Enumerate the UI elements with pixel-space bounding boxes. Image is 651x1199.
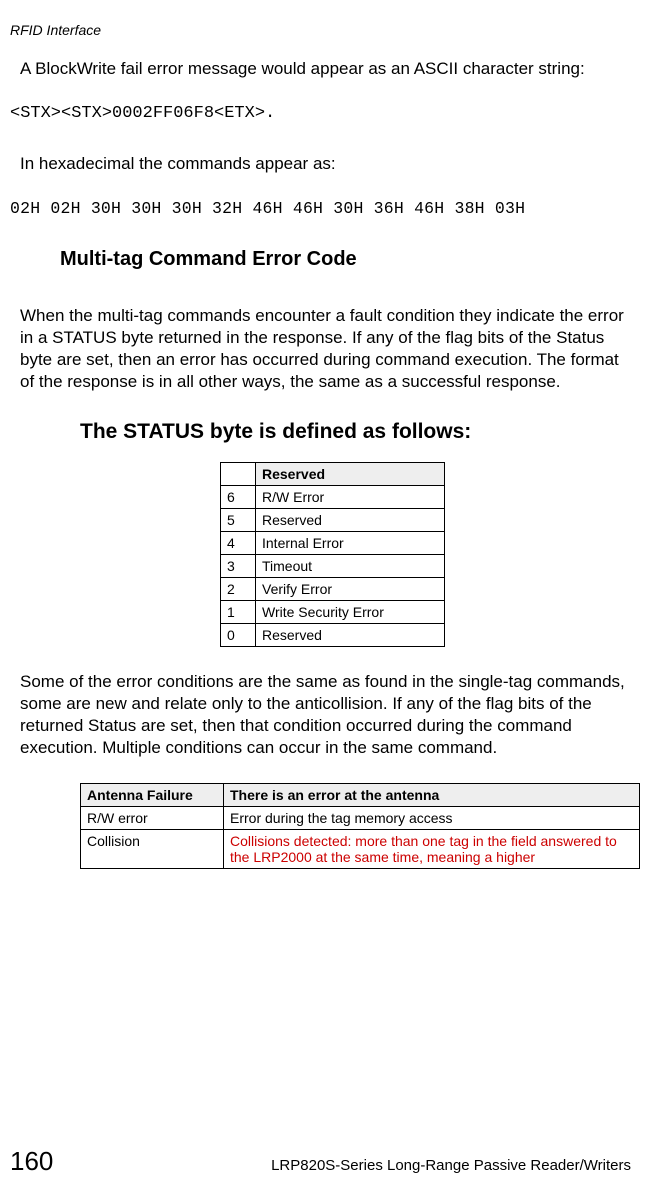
table-row: 3 Timeout (221, 554, 445, 577)
document-title: LRP820S-Series Long-Range Passive Reader… (93, 1157, 631, 1174)
bit-number: 2 (221, 577, 256, 600)
bit-number: 4 (221, 531, 256, 554)
table-row: 1 Write Security Error (221, 600, 445, 623)
code-ascii-string: <STX><STX>0002FF06F8<ETX>. (10, 104, 631, 123)
running-header: RFID Interface (10, 22, 631, 38)
bit-label: Reserved (256, 508, 445, 531)
code-hex-string: 02H 02H 30H 30H 30H 32H 46H 46H 30H 36H … (10, 199, 631, 218)
table-row: 2 Verify Error (221, 577, 445, 600)
error-name: Collision (81, 829, 224, 868)
bit-number: 3 (221, 554, 256, 577)
table-row: 5 Reserved (221, 508, 445, 531)
paragraph-blockwrite-intro: A BlockWrite fail error message would ap… (20, 58, 631, 80)
table-row: 0 Reserved (221, 623, 445, 646)
table-row: 4 Internal Error (221, 531, 445, 554)
subsection-heading: The STATUS byte is defined as follows: (80, 420, 631, 444)
table-row: 6 R/W Error (221, 485, 445, 508)
page-number: 160 (10, 1146, 53, 1177)
section-heading: Multi-tag Command Error Code (60, 248, 631, 271)
bit-label: Verify Error (256, 577, 445, 600)
bit-label: R/W Error (256, 485, 445, 508)
error-name: R/W error (81, 806, 224, 829)
bit-number: 5 (221, 508, 256, 531)
errors-head-left: Antenna Failure (81, 783, 224, 806)
bit-number: 0 (221, 623, 256, 646)
paragraph-multitag-desc: When the multi-tag commands encounter a … (20, 305, 631, 393)
table-header-blank (221, 462, 256, 485)
table-header-row: Antenna Failure There is an error at the… (81, 783, 640, 806)
error-desc: Error during the tag memory access (224, 806, 640, 829)
page-footer: 160 LRP820S-Series Long-Range Passive Re… (0, 1146, 631, 1177)
paragraph-hex-intro: In hexadecimal the commands appear as: (20, 153, 631, 175)
errors-table: Antenna Failure There is an error at the… (80, 783, 640, 869)
table-header-row: Reserved (221, 462, 445, 485)
error-desc: Collisions detected: more than one tag i… (224, 829, 640, 868)
bit-label: Reserved (256, 623, 445, 646)
page-container: RFID Interface A BlockWrite fail error m… (0, 0, 651, 1199)
bit-label: Write Security Error (256, 600, 445, 623)
bit-label: Internal Error (256, 531, 445, 554)
bit-label: Timeout (256, 554, 445, 577)
table-row: Collision Collisions detected: more than… (81, 829, 640, 868)
paragraph-error-conditions: Some of the error conditions are the sam… (20, 671, 631, 759)
errors-head-right: There is an error at the antenna (224, 783, 640, 806)
bit-number: 6 (221, 485, 256, 508)
table-header-reserved: Reserved (256, 462, 445, 485)
table-row: R/W error Error during the tag memory ac… (81, 806, 640, 829)
status-byte-table: Reserved 6 R/W Error 5 Reserved 4 Intern… (220, 462, 445, 647)
bit-number: 1 (221, 600, 256, 623)
